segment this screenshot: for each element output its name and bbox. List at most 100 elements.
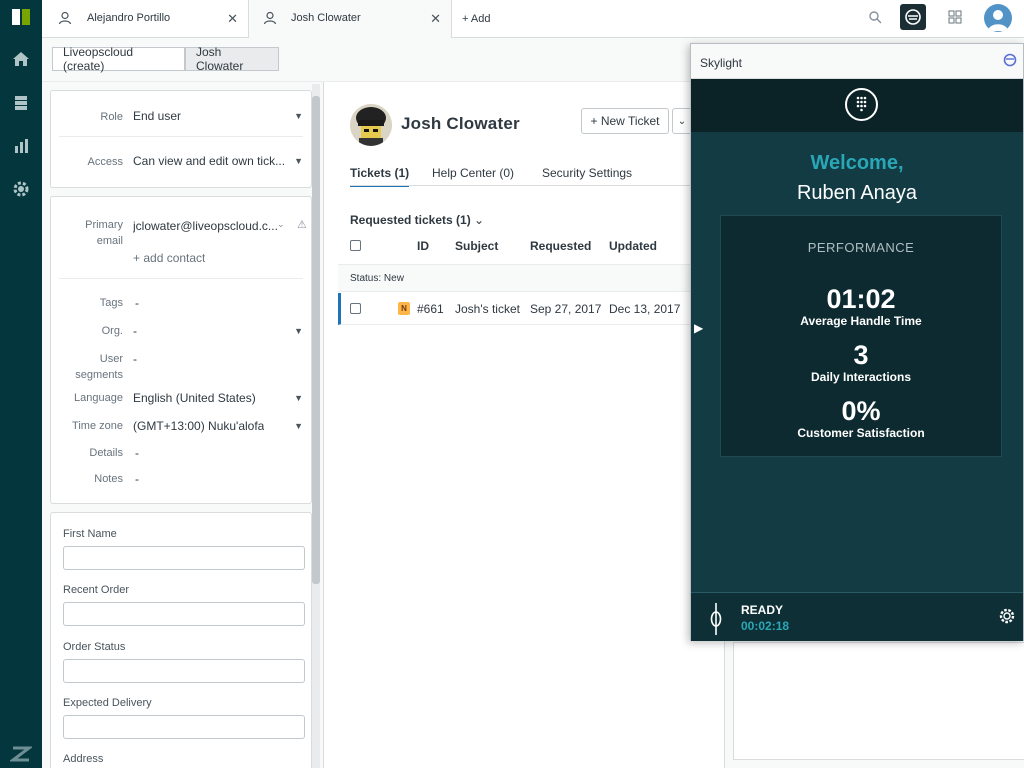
contact-details-card: Primary email jclowater@liveopscloud.c..… bbox=[50, 196, 312, 504]
skylight-status-bar: READY 00:02:18 bbox=[691, 592, 1023, 641]
timezone-value: (GMT+13:00) Nuku'alofa bbox=[133, 419, 265, 433]
column-header-id[interactable]: ID bbox=[417, 239, 429, 253]
user-avatar bbox=[350, 104, 392, 146]
nav-rail bbox=[0, 0, 42, 768]
tab-alejandro-portillo[interactable]: Alejandro Portillo ✕ bbox=[42, 0, 248, 38]
language-label: Language bbox=[74, 392, 123, 404]
expected-delivery-label: Expected Delivery bbox=[63, 697, 152, 709]
metric-label: Daily Interactions bbox=[810, 370, 912, 384]
add-tab-button[interactable]: + Add bbox=[462, 0, 522, 38]
skylight-app-icon[interactable] bbox=[900, 4, 926, 30]
recent-order-input[interactable] bbox=[63, 602, 305, 626]
column-header-subject[interactable]: Subject bbox=[455, 239, 498, 253]
search-icon[interactable] bbox=[868, 10, 884, 38]
performance-panel: PERFORMANCE 01:02 Average Handle Time 3 … bbox=[720, 215, 1002, 457]
metric-value: 3 bbox=[853, 340, 869, 370]
chevron-down-icon: ▼ bbox=[294, 421, 303, 431]
recent-order-label: Recent Order bbox=[63, 584, 130, 596]
metric-customer-satisfaction: 0% Customer Satisfaction bbox=[721, 396, 1001, 440]
metric-daily-interactions: 3 Daily Interactions bbox=[721, 340, 1001, 384]
chevron-down-icon[interactable]: ⌄ bbox=[277, 219, 285, 230]
app-card bbox=[733, 642, 1024, 760]
tab-josh-clowater[interactable]: Josh Clowater ✕ bbox=[248, 0, 452, 38]
tags-label: Tags bbox=[99, 297, 123, 309]
metric-value: 0% bbox=[841, 396, 881, 426]
ticket-updated: Dec 13, 2017 bbox=[609, 302, 681, 316]
metric-value: 01:02 bbox=[826, 284, 896, 314]
zendesk-z-icon[interactable] bbox=[8, 740, 34, 766]
email-value: jclowater@liveopscloud.c... bbox=[133, 219, 277, 233]
status-toggle-icon[interactable] bbox=[709, 603, 723, 638]
tab-tickets[interactable]: Tickets (1) bbox=[350, 166, 410, 187]
warning-icon: ⚠ bbox=[297, 219, 307, 231]
skylight-header: Skylight bbox=[691, 44, 1023, 79]
close-icon[interactable]: ✕ bbox=[430, 11, 441, 27]
tab-help-center[interactable]: Help Center (0) bbox=[432, 166, 514, 180]
org-value: - bbox=[133, 324, 137, 338]
reporting-icon[interactable] bbox=[8, 133, 34, 159]
left-panel-scroll-thumb[interactable] bbox=[312, 96, 320, 584]
email-label: Primary bbox=[85, 219, 123, 231]
welcome-text: Welcome, bbox=[810, 152, 904, 174]
skylight-logo-icon[interactable] bbox=[1003, 53, 1017, 70]
breadcrumb-user[interactable]: Josh Clowater bbox=[185, 45, 279, 73]
status-timer: 00:02:18 bbox=[741, 619, 790, 633]
user-icon bbox=[263, 11, 277, 28]
ticket-subject[interactable]: Josh's ticket bbox=[455, 302, 520, 316]
expand-arrow-icon[interactable]: ▶ bbox=[694, 321, 703, 335]
role-access-card: Role End user ▼ Access Can view and edit… bbox=[50, 90, 312, 188]
views-icon[interactable] bbox=[8, 90, 34, 116]
divider bbox=[59, 136, 303, 137]
agent-name: Ruben Anaya bbox=[796, 182, 918, 204]
skylight-body: ▶ Welcome, Ruben Anaya PERFORMANCE 01:02… bbox=[691, 79, 1023, 641]
status-group-label: Status: New bbox=[350, 273, 404, 284]
select-all-checkbox[interactable] bbox=[350, 240, 361, 251]
admin-gear-icon[interactable] bbox=[8, 176, 34, 202]
ticket-id: #661 bbox=[417, 302, 444, 316]
close-icon[interactable]: ✕ bbox=[227, 11, 238, 27]
agent-status: READY bbox=[741, 603, 784, 617]
ticket-requested: Sep 27, 2017 bbox=[530, 302, 602, 316]
tab-label: Josh Clowater bbox=[291, 12, 361, 24]
divider bbox=[59, 278, 303, 279]
user-profile-main: Josh Clowater + New Ticket ⌄ Tickets (1)… bbox=[324, 82, 724, 768]
avatar[interactable] bbox=[984, 4, 1012, 32]
home-icon[interactable] bbox=[8, 46, 34, 72]
requested-tickets-title[interactable]: Requested tickets (1) ⌄ bbox=[350, 213, 484, 227]
custom-fields-card: First Name Recent Order Order Status Exp… bbox=[50, 512, 312, 768]
new-ticket-button[interactable]: + New Ticket bbox=[581, 108, 669, 134]
skylight-title: Skylight bbox=[700, 56, 743, 70]
settings-gear-icon[interactable] bbox=[998, 607, 1016, 628]
status-badge: N bbox=[398, 302, 410, 315]
page-title: Josh Clowater bbox=[401, 114, 520, 133]
expected-delivery-input[interactable] bbox=[63, 715, 305, 739]
chevron-down-icon: ▼ bbox=[294, 111, 303, 121]
more-options-button[interactable]: ⌄ bbox=[672, 108, 692, 134]
skylight-widget: Skylight ▶ Welcome, Ruben Anaya PERFORMA… bbox=[690, 43, 1024, 641]
add-contact-link[interactable]: + add contact bbox=[133, 250, 205, 266]
tab-label: Alejandro Portillo bbox=[87, 12, 171, 24]
metric-average-handle-time: 01:02 Average Handle Time bbox=[721, 284, 1001, 328]
notes-label: Notes bbox=[94, 473, 123, 485]
user-icon bbox=[58, 11, 72, 28]
status-group-row: Status: New bbox=[338, 264, 724, 292]
dialpad-icon bbox=[856, 96, 867, 112]
notes-value: - bbox=[135, 472, 139, 486]
chevron-down-icon: ⌄ bbox=[474, 213, 485, 227]
details-label: Details bbox=[89, 447, 123, 459]
first-name-label: First Name bbox=[63, 528, 117, 540]
column-header-updated[interactable]: Updated bbox=[609, 239, 657, 253]
order-status-input[interactable] bbox=[63, 659, 305, 683]
row-checkbox[interactable] bbox=[350, 303, 361, 314]
first-name-input[interactable] bbox=[63, 546, 305, 570]
table-row[interactable]: N #661 Josh's ticket Sep 27, 2017 Dec 13… bbox=[338, 293, 724, 325]
skylight-toolbar bbox=[691, 79, 1023, 132]
dialpad-button[interactable] bbox=[845, 88, 878, 121]
metric-label: Customer Satisfaction bbox=[797, 426, 925, 440]
column-header-requested[interactable]: Requested bbox=[530, 239, 591, 253]
zendesk-logo-icon[interactable] bbox=[8, 4, 34, 30]
tab-security-settings[interactable]: Security Settings bbox=[542, 166, 632, 180]
breadcrumb-org[interactable]: Liveopscloud (create) bbox=[52, 45, 185, 73]
performance-title: PERFORMANCE bbox=[807, 240, 915, 255]
apps-grid-icon[interactable] bbox=[948, 10, 964, 38]
